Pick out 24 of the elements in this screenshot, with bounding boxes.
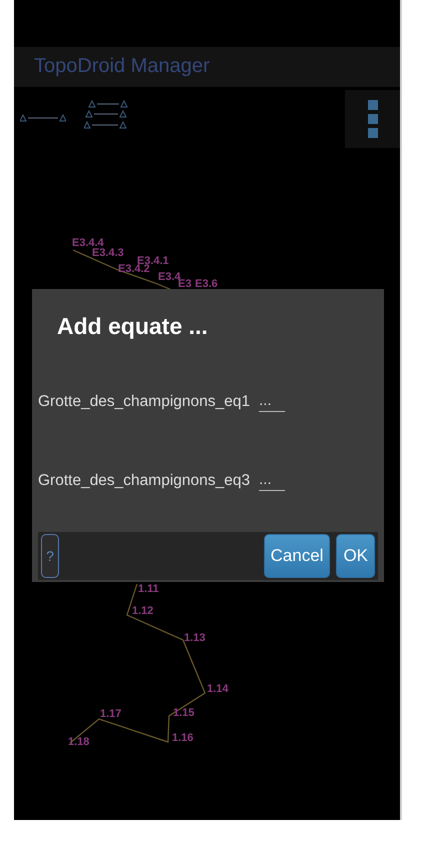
- station-label: 1.13: [184, 632, 206, 644]
- station-label: 1.11: [138, 583, 159, 595]
- station-label: E3.4.3: [92, 247, 124, 259]
- station-label: E3.4.4: [72, 237, 104, 249]
- station-label: 1.17: [100, 708, 122, 720]
- station-label: 1.14: [207, 683, 228, 695]
- help-button[interactable]: ?: [41, 534, 59, 578]
- station-label: E3: [178, 278, 192, 290]
- station-label: 1.18: [68, 736, 90, 748]
- dialog-title: Add equate ...: [57, 313, 208, 340]
- station-field[interactable]: ...: [258, 392, 285, 412]
- dialog-button[interactable]: Cancel: [264, 534, 330, 578]
- menu-icon[interactable]: [368, 100, 378, 138]
- equate-label: Grotte_des_champignons_eq1: [38, 392, 250, 410]
- station-label: E3.4.2: [118, 263, 150, 275]
- station-label: E3.6: [195, 278, 218, 290]
- station-label: 1.15: [173, 707, 194, 719]
- station-field[interactable]: ...: [258, 470, 285, 490]
- equate-label: Grotte_des_champignons_eq3: [38, 472, 250, 490]
- station-label: 1.12: [132, 605, 154, 617]
- dialog-button[interactable]: OK: [336, 534, 375, 578]
- station-label: 1.16: [172, 732, 194, 744]
- station-link-icon[interactable]: [20, 114, 66, 122]
- app-title: TopoDroid Manager: [34, 55, 210, 78]
